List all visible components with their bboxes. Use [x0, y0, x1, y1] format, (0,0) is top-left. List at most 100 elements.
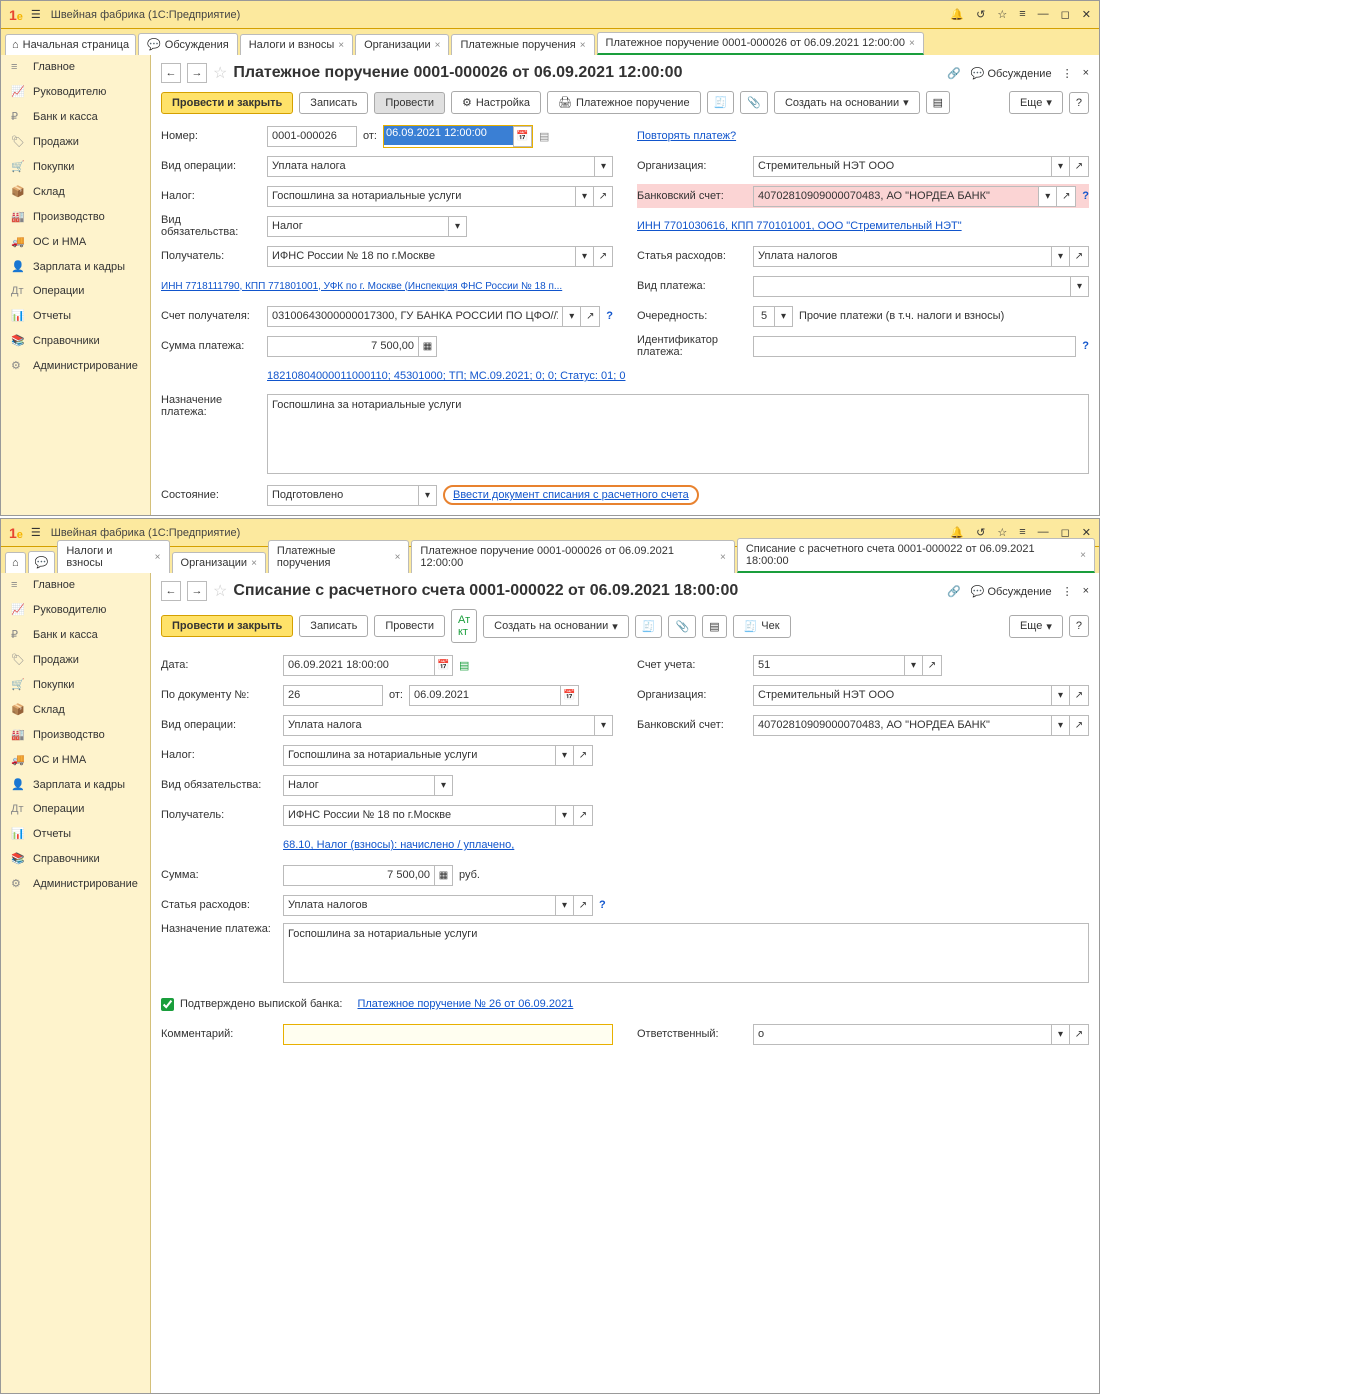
sum-input[interactable] — [267, 336, 418, 357]
confirmed-checkbox[interactable] — [161, 994, 174, 1015]
sidebar-item-hr[interactable]: 👤Зарплата и кадры — [1, 254, 150, 279]
expense-input[interactable] — [753, 246, 1051, 267]
tab-pp-doc[interactable]: Платежное поручение 0001-000026 от 06.09… — [411, 540, 734, 573]
close-form-icon[interactable]: × — [1083, 67, 1089, 79]
close-icon[interactable]: × — [435, 40, 441, 51]
bank-input[interactable] — [753, 715, 1051, 736]
forward-button[interactable]: → — [187, 581, 207, 601]
dropdown-icon[interactable]: ▾ — [434, 775, 453, 796]
attach-button[interactable]: 📎 — [668, 615, 696, 638]
forward-button[interactable]: → — [187, 63, 207, 83]
sidebar-item-refs[interactable]: 📚Справочники — [1, 846, 150, 871]
more-button[interactable]: Еще ▾ — [1009, 91, 1063, 114]
tab-discuss[interactable]: 💬 — [28, 551, 56, 573]
dropdown-icon[interactable]: ▾ — [562, 306, 581, 327]
recv-acc-input[interactable] — [267, 306, 562, 327]
help-button[interactable]: ? — [1069, 615, 1089, 637]
sidebar-item-stock[interactable]: 📦Склад — [1, 697, 150, 722]
sidebar-item-sales[interactable]: 🏷Продажи — [1, 647, 150, 672]
save-button[interactable]: Записать — [299, 92, 368, 114]
sidebar-item-main[interactable]: ≡Главное — [1, 573, 150, 597]
sidebar-item-ops[interactable]: ДтОперации — [1, 279, 150, 303]
menu-icon[interactable]: ☰ — [31, 8, 41, 21]
tab-home[interactable]: ⌂ Начальная страница — [5, 34, 136, 55]
sidebar-item-purchases[interactable]: 🛒Покупки — [1, 672, 150, 697]
sidebar-item-main[interactable]: ≡Главное — [1, 55, 150, 79]
pp-link[interactable]: Платежное поручение № 26 от 06.09.2021 — [357, 998, 573, 1010]
resp-input[interactable] — [753, 1024, 1051, 1045]
oblig-input[interactable] — [283, 775, 434, 796]
attach-button[interactable]: 📎 — [740, 91, 768, 114]
more-button[interactable]: Еще ▾ — [1009, 615, 1063, 638]
dropdown-icon[interactable]: ▾ — [1051, 1024, 1070, 1045]
back-button[interactable]: ← — [161, 63, 181, 83]
close-icon[interactable]: × — [395, 552, 401, 563]
close-icon[interactable]: × — [720, 552, 726, 563]
dropdown-icon[interactable]: ▾ — [418, 485, 437, 506]
open-icon[interactable]: ↗ — [574, 895, 593, 916]
tab-pp-list[interactable]: Платежные поручения× — [268, 540, 410, 573]
dropdown-icon[interactable]: ▾ — [555, 895, 574, 916]
register-button[interactable]: ▤ — [926, 91, 950, 114]
dropdown-icon[interactable]: ▾ — [1070, 276, 1089, 297]
sidebar-item-ops[interactable]: ДтОперации — [1, 797, 150, 821]
recv-input[interactable] — [267, 246, 575, 267]
docnum-input[interactable] — [283, 685, 383, 706]
help-icon[interactable]: ? — [1082, 190, 1089, 202]
kbk-link[interactable]: 18210804000011000110; 45301000; ТП; МС.0… — [267, 370, 625, 382]
sidebar-item-admin[interactable]: ⚙Администрирование — [1, 871, 150, 896]
state-input[interactable] — [267, 485, 418, 506]
post-button[interactable]: Провести — [374, 615, 445, 637]
link-icon[interactable]: 🔗 — [947, 67, 961, 80]
maximize-icon[interactable]: ◻ — [1061, 8, 1070, 21]
help-icon[interactable]: ? — [599, 899, 606, 911]
favorite-icon[interactable]: ☆ — [213, 63, 227, 83]
sidebar-item-production[interactable]: 🏭Производство — [1, 204, 150, 229]
org-input[interactable] — [753, 685, 1051, 706]
sidebar-item-refs[interactable]: 📚Справочники — [1, 328, 150, 353]
sidebar-item-bank[interactable]: ₽Банк и касса — [1, 104, 150, 129]
help-button[interactable]: ? — [1069, 92, 1089, 114]
kebab-icon[interactable]: ⋮ — [1062, 67, 1073, 80]
open-icon[interactable]: ↗ — [1070, 685, 1089, 706]
tab-taxes[interactable]: Налоги и взносы× — [57, 540, 169, 573]
dropdown-icon[interactable]: ▾ — [1051, 156, 1070, 177]
favorite-icon[interactable]: ☆ — [213, 581, 227, 601]
dropdown-icon[interactable]: ▾ — [904, 655, 923, 676]
oblig-input[interactable] — [267, 216, 448, 237]
tax-input[interactable] — [283, 745, 555, 766]
menu-icon[interactable]: ☰ — [31, 526, 41, 539]
calendar-icon[interactable]: 📅 — [513, 126, 532, 147]
dropdown-icon[interactable]: ▾ — [594, 715, 613, 736]
open-icon[interactable]: ↗ — [1070, 1024, 1089, 1045]
tab-pp-doc[interactable]: Платежное поручение 0001-000026 от 06.09… — [597, 32, 924, 55]
docdate-input[interactable] — [409, 685, 560, 706]
writeoff-link[interactable]: Ввести документ списания с расчетного сч… — [453, 489, 689, 501]
dropdown-icon[interactable]: ▾ — [555, 805, 574, 826]
tab-discuss[interactable]: 💬 Обсуждения — [138, 33, 238, 55]
close-icon[interactable]: × — [580, 40, 586, 51]
dropdown-icon[interactable]: ▾ — [1051, 685, 1070, 706]
date-input[interactable]: 06.09.2021 12:00:00 — [384, 126, 513, 145]
acc68-link[interactable]: 68.10, Налог (взносы): начислено / уплач… — [283, 839, 514, 851]
close-icon[interactable]: × — [155, 552, 161, 563]
sidebar-item-bank[interactable]: ₽Банк и касса — [1, 622, 150, 647]
sidebar-item-production[interactable]: 🏭Производство — [1, 722, 150, 747]
open-icon[interactable]: ↗ — [581, 306, 600, 327]
sidebar-item-stock[interactable]: 📦Склад — [1, 179, 150, 204]
purpose-textarea[interactable]: Госпошлина за нотариальные услуги — [267, 394, 1089, 474]
open-icon[interactable]: ↗ — [574, 805, 593, 826]
calc-icon[interactable]: ▦ — [434, 865, 453, 886]
open-icon[interactable]: ↗ — [1070, 715, 1089, 736]
kebab-icon[interactable]: ⋮ — [1062, 585, 1073, 598]
close-icon[interactable]: × — [1080, 550, 1086, 561]
calendar-icon[interactable]: 📅 — [560, 685, 579, 706]
create-base-button[interactable]: Создать на основании ▾ — [483, 615, 629, 638]
expense-input[interactable] — [283, 895, 555, 916]
tab-orgs[interactable]: Организации× — [355, 34, 449, 55]
help-icon[interactable]: ? — [606, 310, 613, 322]
recv-input[interactable] — [283, 805, 555, 826]
open-icon[interactable]: ↗ — [923, 655, 942, 676]
open-icon[interactable]: ↗ — [1057, 186, 1076, 207]
close-icon[interactable]: ✕ — [1082, 8, 1091, 21]
